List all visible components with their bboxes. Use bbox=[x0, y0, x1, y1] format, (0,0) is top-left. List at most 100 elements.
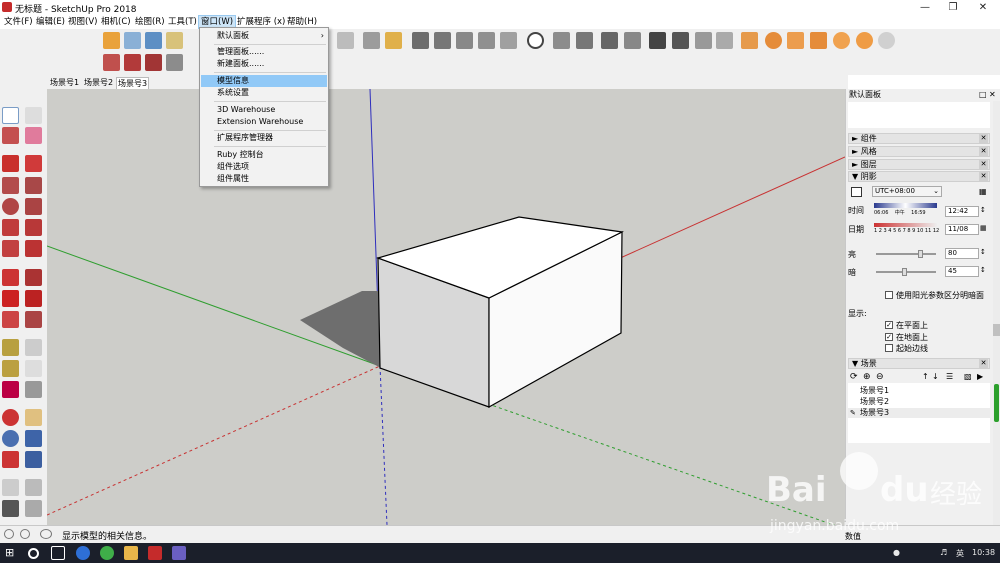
on-faces-checkbox[interactable]: ✓ bbox=[885, 321, 893, 329]
section-close-icon[interactable]: ✕ bbox=[979, 134, 988, 143]
details-toggle-icon[interactable]: ▶ bbox=[977, 372, 983, 381]
warehouse-icon[interactable] bbox=[385, 32, 402, 49]
section-close-icon[interactable]: ✕ bbox=[979, 359, 988, 368]
view-options-icon[interactable]: ☰ bbox=[946, 372, 953, 381]
scene-list-item[interactable]: 场景号2 bbox=[848, 397, 990, 407]
section-components[interactable]: ► 组件 ✕ bbox=[848, 133, 990, 144]
protractor-icon[interactable] bbox=[2, 360, 19, 377]
dimension-icon[interactable] bbox=[25, 339, 42, 356]
menu-file[interactable]: 文件(F) bbox=[2, 16, 35, 28]
lock-icon[interactable] bbox=[741, 32, 758, 49]
file-explorer-icon[interactable] bbox=[124, 546, 138, 560]
pin-icon[interactable]: □ bbox=[979, 90, 987, 99]
stepper-icon[interactable]: ↕ bbox=[980, 266, 986, 274]
component-icon[interactable] bbox=[25, 107, 42, 124]
add-scene-icon[interactable]: ⊕ bbox=[863, 372, 871, 382]
refresh-icon[interactable]: ⟳ bbox=[850, 372, 858, 382]
two-point-arc-icon[interactable] bbox=[25, 219, 42, 236]
panel-close-icon[interactable]: ✕ bbox=[989, 90, 996, 99]
section-styles[interactable]: ► 风格 ✕ bbox=[848, 146, 990, 157]
section-shadows[interactable]: ▼ 阴影 ✕ bbox=[848, 171, 990, 182]
menu-draw[interactable]: 绘图(R) bbox=[133, 16, 167, 28]
menu-camera[interactable]: 相机(C) bbox=[99, 16, 133, 28]
look-around-icon[interactable] bbox=[25, 479, 42, 496]
date-input[interactable]: 11/08 bbox=[945, 224, 979, 235]
zoom-extents-icon[interactable] bbox=[2, 451, 19, 468]
stepper-icon[interactable]: ↕ bbox=[980, 248, 986, 256]
window-icon[interactable] bbox=[649, 32, 666, 49]
move-up-icon[interactable]: ↑ bbox=[922, 372, 929, 381]
orbit-tool-icon[interactable] bbox=[2, 409, 19, 426]
push-pull-tool-icon[interactable] bbox=[25, 269, 42, 286]
settings-sliders-icon[interactable] bbox=[337, 32, 354, 49]
pie-icon[interactable] bbox=[25, 240, 42, 257]
cortana-icon[interactable] bbox=[28, 548, 39, 559]
toggle-details-icon[interactable]: ▦ bbox=[979, 187, 987, 196]
sun-shading-checkbox[interactable] bbox=[885, 291, 893, 299]
on-ground-checkbox[interactable]: ✓ bbox=[885, 333, 893, 341]
help-icon[interactable] bbox=[40, 529, 52, 539]
umbrella-icon[interactable] bbox=[810, 32, 827, 49]
rotated-rectangle-icon[interactable] bbox=[25, 177, 42, 194]
orbit-icon[interactable] bbox=[124, 32, 141, 49]
menu-item-extension-warehouse[interactable]: Extension Warehouse bbox=[201, 116, 327, 128]
rotate-icon[interactable] bbox=[2, 290, 19, 307]
tray-icon[interactable]: ● bbox=[893, 548, 900, 557]
tab-scene-2[interactable]: 场景号2 bbox=[83, 77, 114, 89]
ime-indicator[interactable]: 英 bbox=[956, 548, 964, 559]
sketchup-taskbar-icon[interactable] bbox=[148, 546, 162, 560]
circle-icon[interactable] bbox=[2, 198, 19, 215]
triangle-icon[interactable] bbox=[787, 32, 804, 49]
photo-icon[interactable] bbox=[695, 32, 712, 49]
task-view-icon[interactable] bbox=[51, 546, 65, 560]
thumbnail-icon[interactable]: ▧ bbox=[964, 372, 972, 381]
follow-me-icon[interactable] bbox=[145, 54, 162, 71]
light-slider-thumb[interactable] bbox=[918, 250, 923, 258]
sun-icon[interactable] bbox=[833, 32, 850, 49]
maximize-button[interactable]: ❐ bbox=[938, 0, 968, 15]
sandbox-icon[interactable] bbox=[478, 32, 495, 49]
minimize-button[interactable]: — bbox=[910, 0, 940, 15]
scene-list-item[interactable]: 场景号1 bbox=[848, 386, 990, 396]
menu-item-model-info[interactable]: 模型信息 bbox=[201, 75, 327, 87]
eraser-icon[interactable] bbox=[25, 127, 42, 144]
cube-icon[interactable] bbox=[456, 32, 473, 49]
windows-start-icon[interactable]: ⊞ bbox=[5, 546, 19, 560]
stepper-icon[interactable]: ↕ bbox=[980, 206, 986, 214]
arc-icon[interactable] bbox=[2, 219, 19, 236]
move-down-icon[interactable]: ↓ bbox=[932, 372, 939, 381]
light-input[interactable]: 80 bbox=[945, 248, 979, 259]
three-point-arc-icon[interactable] bbox=[2, 240, 19, 257]
tape-icon[interactable] bbox=[166, 32, 183, 49]
move-icon[interactable] bbox=[2, 269, 19, 286]
previous-view-icon[interactable] bbox=[25, 451, 42, 468]
3d-text-icon[interactable] bbox=[25, 381, 42, 398]
menu-edit[interactable]: 编辑(E) bbox=[34, 16, 67, 28]
paint-bucket-icon[interactable] bbox=[103, 54, 120, 71]
dark-input[interactable]: 45 bbox=[945, 266, 979, 277]
menu-item-default-tray[interactable]: 默认面板 › bbox=[201, 30, 327, 42]
wechat-icon[interactable] bbox=[100, 546, 114, 560]
time-slider[interactable] bbox=[874, 203, 937, 208]
section-layers[interactable]: ► 图层 ✕ bbox=[848, 159, 990, 170]
polygon-icon[interactable] bbox=[25, 198, 42, 215]
follow-me-tool-icon[interactable] bbox=[25, 290, 42, 307]
menu-item-component-attributes[interactable]: 组件属性 bbox=[201, 173, 327, 185]
zoom-icon[interactable] bbox=[2, 430, 19, 447]
menu-item-3d-warehouse[interactable]: 3D Warehouse bbox=[201, 104, 327, 116]
geo-location-icon[interactable] bbox=[4, 529, 14, 539]
menu-item-manage-trays[interactable]: 管理面板...... bbox=[201, 46, 327, 58]
pencil-icon[interactable] bbox=[2, 155, 19, 172]
table-icon[interactable] bbox=[624, 32, 641, 49]
clock[interactable]: 10:38 bbox=[972, 548, 995, 557]
dark-slider-thumb[interactable] bbox=[902, 268, 907, 276]
panel-scrollbar[interactable] bbox=[993, 101, 1000, 525]
menu-item-extension-manager[interactable]: 扩展程序管理器 bbox=[201, 132, 327, 144]
tape-measure-icon[interactable] bbox=[2, 339, 19, 356]
layers-icon[interactable] bbox=[716, 32, 733, 49]
push-pull-icon[interactable] bbox=[124, 54, 141, 71]
section-scenes[interactable]: ▼ 场景 ✕ bbox=[848, 358, 990, 369]
teapot-icon[interactable] bbox=[553, 32, 570, 49]
browser-icon[interactable] bbox=[76, 546, 90, 560]
light-slider[interactable] bbox=[876, 253, 936, 255]
